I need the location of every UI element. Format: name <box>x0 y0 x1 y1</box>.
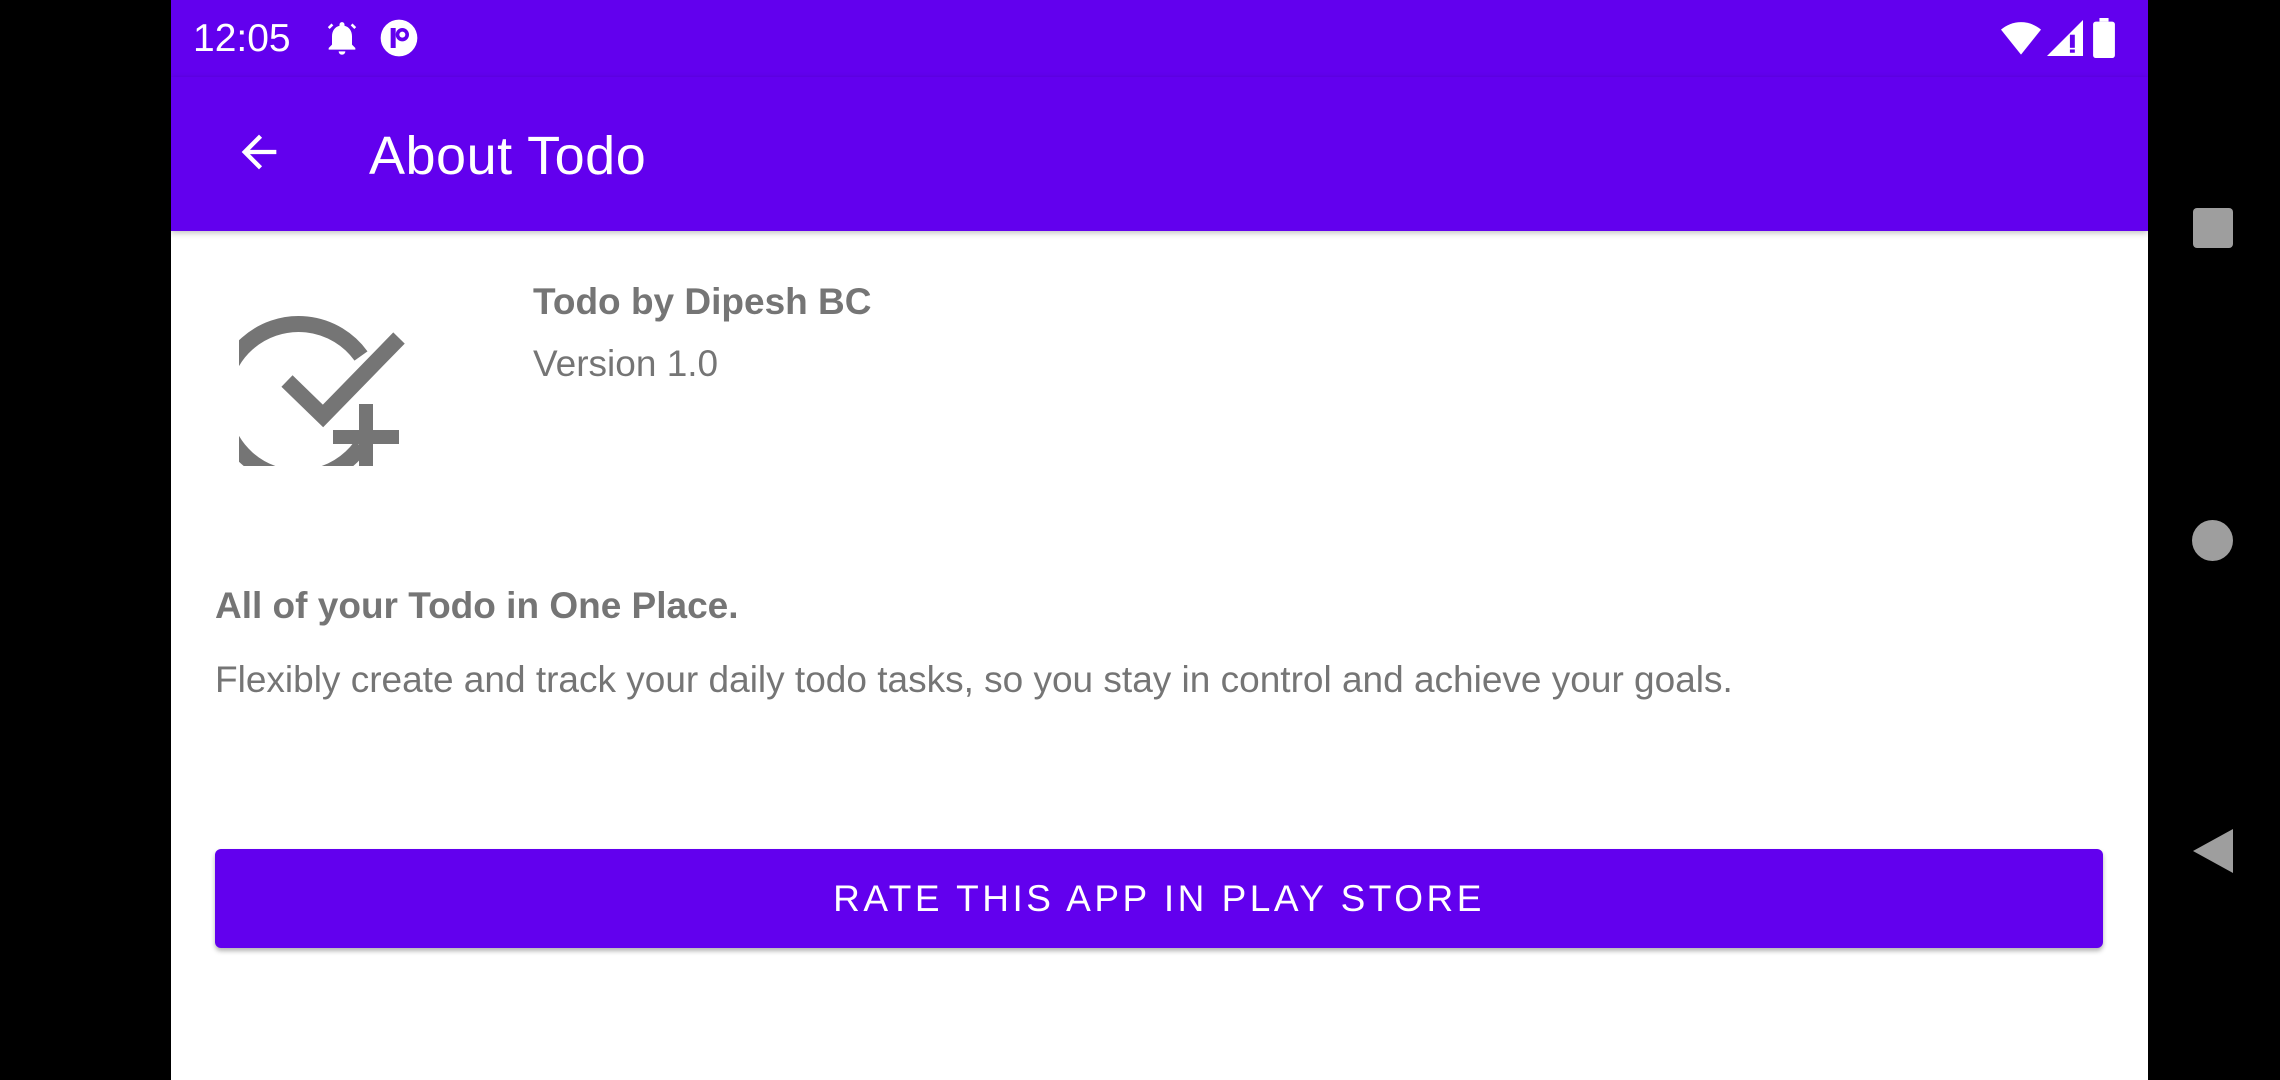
check-circle-plus-icon <box>239 286 405 466</box>
left-black-bar <box>0 0 171 1080</box>
recents-icon[interactable] <box>2193 208 2233 248</box>
rate-app-label: RATE THIS APP IN PLAY STORE <box>833 877 1485 919</box>
back-button[interactable] <box>215 110 303 198</box>
app-screen: 12:05 About Todo Todo by Dipesh BC Versi… <box>171 0 2148 1080</box>
back-icon[interactable] <box>2193 829 2233 873</box>
home-icon[interactable] <box>2192 520 2233 561</box>
app-name: Todo by Dipesh BC <box>533 281 872 322</box>
app-bar: About Todo <box>171 77 2148 231</box>
cell-signal-icon <box>2047 19 2083 62</box>
app-version: Version 1.0 <box>533 343 719 384</box>
app-notification-icon <box>379 18 419 63</box>
status-time: 12:05 <box>193 17 291 60</box>
status-bar: 12:05 <box>171 0 2148 77</box>
alarm-icon <box>322 18 362 63</box>
page-title: About Todo <box>369 126 647 186</box>
arrow-back-icon <box>233 126 285 183</box>
app-description: Flexibly create and track your daily tod… <box>215 659 1733 700</box>
tagline: All of your Todo in One Place. <box>215 585 739 626</box>
wifi-icon <box>2001 19 2041 62</box>
rate-app-button[interactable]: RATE THIS APP IN PLAY STORE <box>215 849 2103 948</box>
battery-icon <box>2093 18 2115 63</box>
